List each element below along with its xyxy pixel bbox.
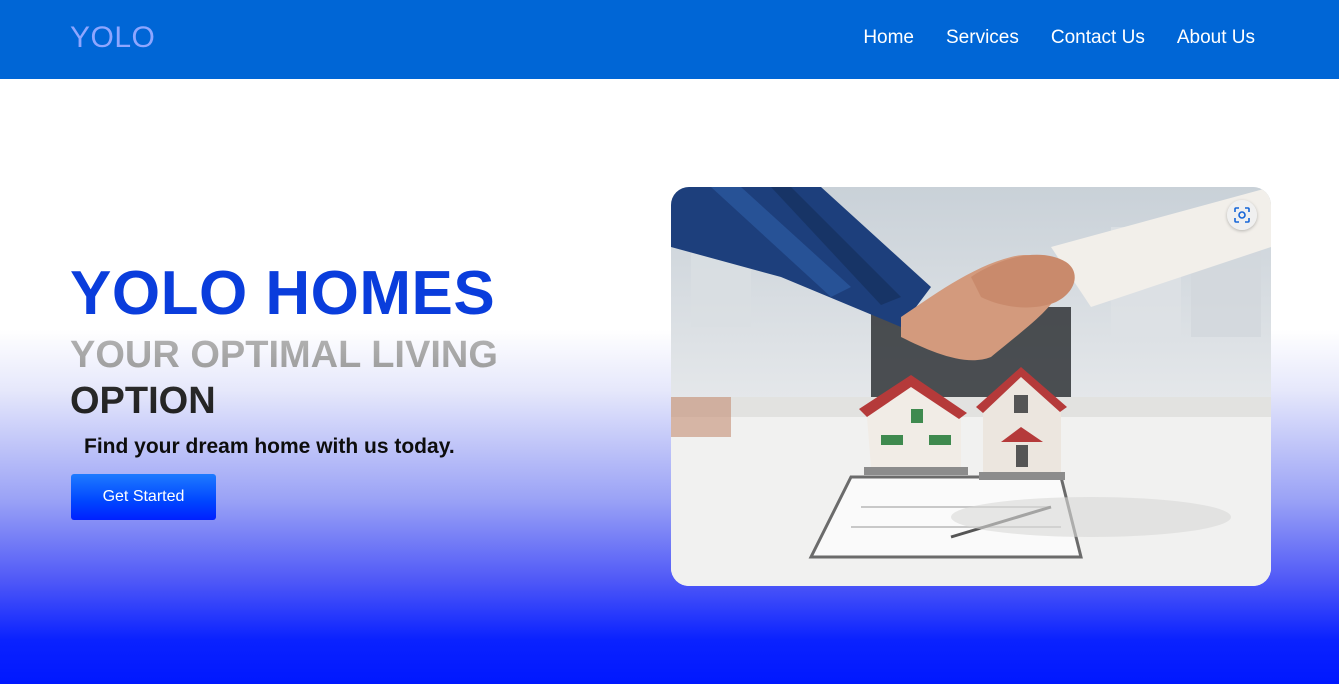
nav-link-home[interactable]: Home <box>863 27 914 49</box>
visual-search-button[interactable] <box>1227 200 1257 230</box>
hero-subtitle: YOUR OPTIMAL LIVING OPTION <box>70 332 540 424</box>
hero-title: YOLO HOMES <box>70 259 496 328</box>
hero-tagline: Find your dream home with us today. <box>84 435 455 458</box>
nav-links: Home Services Contact Us About Us <box>863 27 1255 49</box>
nav-link-services[interactable]: Services <box>946 27 1019 49</box>
nav-link-contact-us[interactable]: Contact Us <box>1051 27 1145 49</box>
hero-image <box>671 187 1271 586</box>
navbar: YOLO Home Services Contact Us About Us <box>0 0 1339 79</box>
visual-search-icon <box>1234 207 1250 223</box>
nav-link-about-us[interactable]: About Us <box>1177 27 1255 49</box>
handshake-house-illustration <box>671 187 1271 586</box>
logo[interactable]: YOLO <box>70 21 155 55</box>
get-started-button[interactable]: Get Started <box>71 474 216 520</box>
